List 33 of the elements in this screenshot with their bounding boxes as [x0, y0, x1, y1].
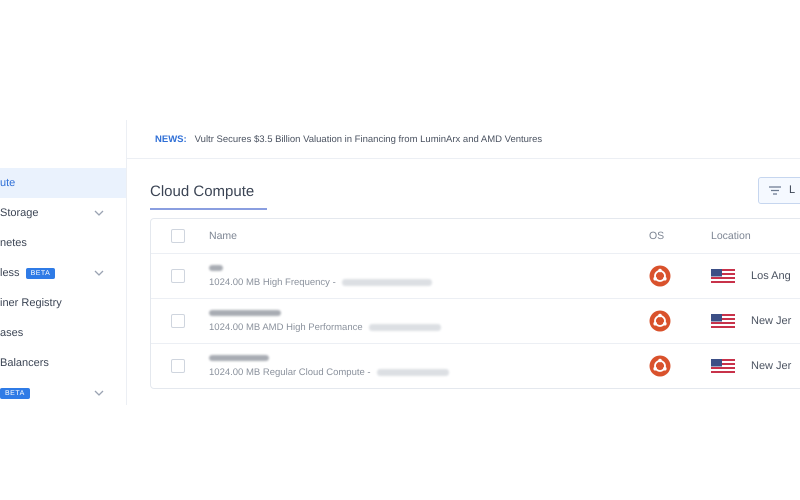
flag-icon [711, 314, 735, 328]
checkbox[interactable] [171, 269, 185, 283]
checkbox[interactable] [171, 229, 185, 243]
sidebar-item[interactable]: ute [0, 168, 126, 198]
checkbox[interactable] [171, 359, 185, 373]
column-header: Name [209, 230, 238, 242]
checkbox[interactable] [171, 314, 185, 328]
news-link[interactable]: Vultr Secures $3.5 Billion Valuation in Financing from LuminArx and AMD Ventures [194, 134, 542, 144]
sidebar-item[interactable]: Balancers [0, 348, 126, 378]
sidebar-item[interactable]: ases [0, 318, 126, 348]
plan-text: 1024.00 MB AMD High Performance [209, 322, 363, 332]
redacted-bar [209, 310, 281, 316]
location-text: Los Ang [751, 270, 791, 282]
redacted-bar [209, 354, 269, 360]
sidebar-item[interactable]: netes [0, 228, 126, 258]
plan-text: 1024.00 MB High Frequency - [209, 276, 336, 288]
flag-icon [711, 359, 735, 373]
ubuntu-icon [649, 265, 671, 287]
ubuntu-icon [649, 310, 671, 332]
location-text: New Jer [751, 360, 792, 372]
plan-text: 1024.00 MB Regular Cloud Compute - [209, 366, 371, 378]
sidebar-item[interactable]: iner Registry [0, 288, 126, 318]
column-header: Location [711, 230, 752, 242]
flag-icon [711, 269, 735, 283]
filter-button[interactable]: L [758, 176, 800, 204]
ubuntu-icon [649, 355, 671, 377]
filter-icon [769, 186, 781, 194]
news-label: NEWS: [155, 134, 187, 144]
sidebar-item[interactable]: Storage [0, 198, 126, 228]
redacted-bar [209, 264, 223, 270]
column-header: OS [649, 230, 666, 242]
location-text: New Jer [751, 315, 792, 327]
page-title: Cloud Compute [150, 182, 267, 210]
